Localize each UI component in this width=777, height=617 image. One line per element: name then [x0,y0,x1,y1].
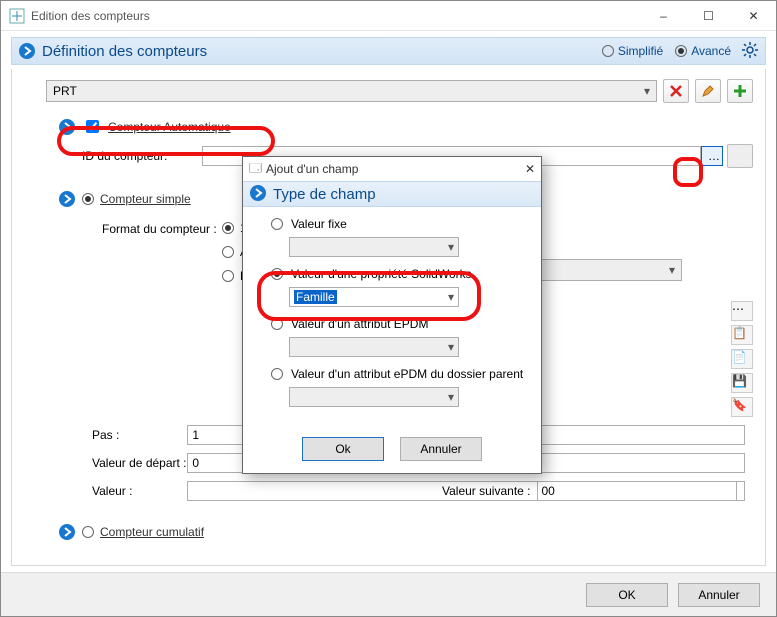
chevron-icon [58,118,76,136]
dialog-title: Ajout d'un champ [266,162,525,176]
opt-epdm-parent-radio[interactable] [271,368,283,380]
ok-button[interactable]: OK [586,583,668,607]
mode-simple-radio[interactable]: Simplifié [602,44,663,58]
window-titlebar: Edition des compteurs – ☐ ✕ [1,1,776,31]
chevron-icon [18,42,36,60]
cumul-section-label[interactable]: Compteur cumulatif [100,525,204,539]
opt-epdm-radio[interactable] [271,318,283,330]
fmt-alpha-radio[interactable] [222,246,234,258]
format-label: Format du compteur : [102,222,222,236]
fmt-list-radio[interactable] [222,270,234,282]
opt-fixed-radio[interactable] [271,218,283,230]
page-title: Définition des compteurs [42,43,590,60]
header-panel: Définition des compteurs Simplifié Avanc… [11,37,766,65]
dialog-close-button[interactable]: ✕ [525,162,535,176]
opt-swprop-select[interactable]: Famille [289,287,459,307]
simple-section-label[interactable]: Compteur simple [100,192,191,206]
edit-button[interactable] [695,79,721,103]
delete-button[interactable] [663,79,689,103]
opt-epdm-parent-select[interactable] [289,387,459,407]
dialog-icon: 🗔 [249,159,262,180]
auto-checkbox[interactable] [86,120,99,133]
value-label: Valeur : [92,484,187,498]
app-icon [9,8,25,24]
fmt-num-radio[interactable] [222,222,234,234]
side-open-button[interactable]: 📋 [731,325,753,345]
maximize-button[interactable]: ☐ [686,1,731,31]
opt-epdm-select[interactable] [289,337,459,357]
side-copy-button[interactable]: 📄 [731,349,753,369]
counter-type-select[interactable]: PRT [46,80,657,102]
id-aux-button[interactable] [727,144,753,168]
window-title: Edition des compteurs [31,9,641,23]
chevron-icon [58,190,76,208]
step-label: Pas : [92,428,187,442]
chevron-icon [249,184,267,205]
minimize-button[interactable]: – [641,1,686,31]
start-label: Valeur de départ : [92,456,187,470]
opt-swprop-radio[interactable] [271,268,283,280]
id-browse-button[interactable]: … [701,146,723,166]
dialog-subtitle: Type de champ [273,186,376,203]
gear-icon[interactable] [741,41,759,62]
dialog-subheader: Type de champ [243,181,541,207]
simple-radio[interactable] [82,193,94,205]
side-save-button[interactable]: 💾 [731,373,753,393]
dialog-ok-button[interactable]: Ok [302,437,384,461]
opt-fixed-select[interactable] [289,237,459,257]
side-tag-button[interactable]: 🔖 [731,397,753,417]
next-label: Valeur suivante : [442,484,531,498]
auto-section-label[interactable]: Compteur Automatique [108,120,231,134]
cumul-radio[interactable] [82,526,94,538]
dialog-titlebar: 🗔 Ajout d'un champ ✕ [243,157,541,181]
cancel-button[interactable]: Annuler [678,583,760,607]
next-input[interactable] [537,481,737,501]
add-field-dialog: 🗔 Ajout d'un champ ✕ Type de champ Valeu… [242,156,542,474]
id-label: ID du compteur: [82,149,202,163]
dialog-cancel-button[interactable]: Annuler [400,437,482,461]
footer-bar: OK Annuler [1,572,776,616]
add-button[interactable] [727,79,753,103]
close-button[interactable]: ✕ [731,1,776,31]
side-dots-button[interactable]: ⋯ [731,301,753,321]
mode-advanced-radio[interactable]: Avancé [675,44,731,58]
chevron-icon [58,523,76,541]
